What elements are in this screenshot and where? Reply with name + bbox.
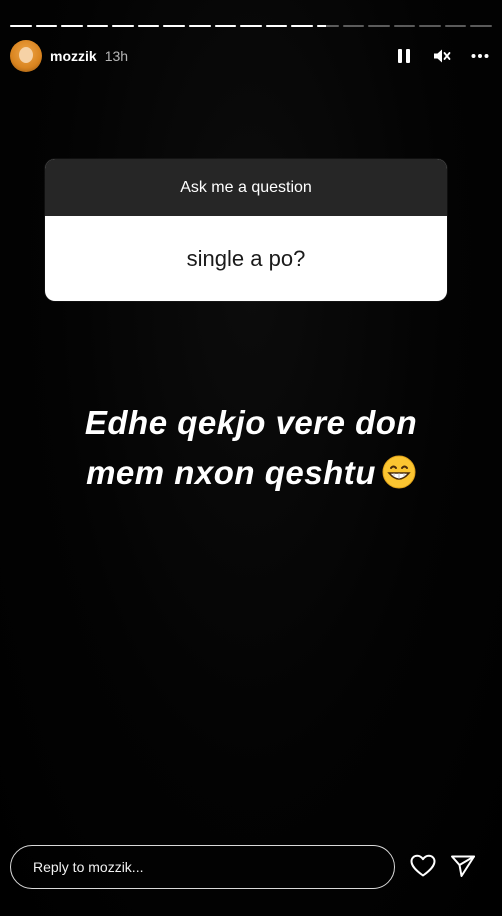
story-progress-fill [240,25,262,27]
story-progress-segment [393,25,416,27]
pause-icon[interactable] [392,44,416,68]
story-viewer[interactable]: mozzik 13h Ask me a question single a po… [0,0,502,916]
story-progress-fill [189,25,211,27]
story-progress-segment [291,25,313,27]
story-progress-segment [214,25,237,27]
post-time: 13h [104,48,129,64]
story-progress-fill [316,25,326,27]
avatar[interactable] [10,40,42,72]
question-sticker-header: Ask me a question [45,159,447,216]
story-progress-segment [112,25,134,27]
story-progress-segment [265,25,288,27]
story-progress-fill [137,25,160,27]
more-icon[interactable] [468,44,492,68]
story-progress-segment [419,25,441,27]
story-caption: Edhe qekjo vere don mem nxon qeshtu [40,398,462,503]
story-progress-fill [86,25,109,27]
caption-line-2: mem nxon qeshtu [86,454,376,491]
story-header: mozzik 13h [10,40,492,72]
question-sticker-answer: single a po? [186,245,306,271]
story-progress-fill [10,25,32,27]
caption-line-1: Edhe qekjo vere don [84,404,418,441]
send-icon[interactable] [448,851,478,881]
story-progress-segment [189,25,211,27]
story-progress-bar [10,25,492,28]
story-progress-fill [291,25,313,27]
reply-field[interactable] [10,845,395,889]
story-progress-segment [61,25,83,27]
story-progress-segment [86,25,109,27]
grinning-emoji-icon [382,453,416,503]
story-progress-segment [316,25,339,27]
story-progress-segment [10,25,32,27]
story-progress-segment [368,25,390,27]
heart-icon[interactable] [408,851,438,881]
story-progress-segment [137,25,160,27]
caption-line-2-wrap: mem nxon qeshtu [40,448,462,503]
question-sticker[interactable]: Ask me a question single a po? [45,159,447,301]
story-progress-fill [265,25,288,27]
mute-icon[interactable] [430,44,454,68]
story-progress-fill [35,25,58,27]
story-progress-segment [35,25,58,27]
story-progress-segment [163,25,186,27]
story-progress-segment [342,25,365,27]
username[interactable]: mozzik [50,48,97,64]
story-progress-fill [163,25,186,27]
header-actions [392,44,492,68]
story-progress-segment [444,25,467,27]
story-progress-segment [470,25,492,27]
story-progress-segment [240,25,262,27]
story-progress-fill [112,25,134,27]
story-progress-fill [214,25,237,27]
reply-input[interactable] [31,858,394,876]
story-progress-fill [61,25,83,27]
